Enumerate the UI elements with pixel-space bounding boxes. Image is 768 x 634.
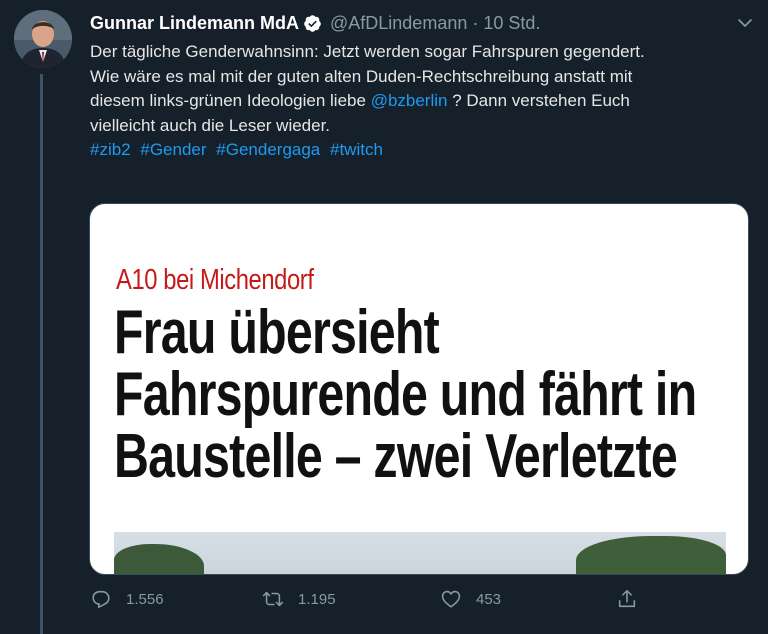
photo-trees-left (114, 544, 204, 574)
attached-image-card[interactable]: A10 bei Michendorf Frau übersieht Fahrsp… (89, 203, 749, 575)
headline-line: Fahrspurende und fährt in (114, 360, 697, 429)
reply-button[interactable]: 1.556 (90, 588, 164, 610)
headline-line: Baustelle – zwei Verletzte (114, 422, 678, 491)
avatar-image (14, 10, 72, 68)
author-name[interactable]: Gunnar Lindemann MdA (90, 12, 299, 34)
action-bar: 1.556 1.195 453 (90, 588, 650, 614)
retweet-icon (262, 591, 284, 607)
tweet-header: Gunnar Lindemann MdA @AfDLindemann · 10 … (90, 12, 748, 34)
like-button[interactable]: 453 (440, 588, 501, 610)
author-handle[interactable]: @AfDLindemann (330, 12, 467, 34)
tweet-timestamp[interactable]: 10 Std. (483, 12, 540, 34)
tweet[interactable]: Gunnar Lindemann MdA @AfDLindemann · 10 … (0, 0, 768, 634)
hashtag-link[interactable]: #twitch (330, 140, 383, 159)
headline-line: Frau übersieht (114, 298, 440, 367)
share-button[interactable] (616, 588, 652, 610)
reply-icon (92, 590, 110, 609)
separator-dot: · (472, 13, 479, 33)
tweet-text-fragment: ? Dann verstehen Euch (447, 91, 630, 110)
share-icon (618, 589, 636, 608)
article-kicker: A10 bei Michendorf (116, 264, 314, 296)
retweet-count: 1.195 (298, 590, 336, 608)
article-photo (114, 532, 726, 574)
photo-trees-right (576, 536, 726, 574)
article-headline: Frau übersieht Fahrspurende und fährt in… (114, 302, 722, 488)
tweet-text-fragment: diesem links-grünen Ideologien liebe (90, 91, 371, 110)
like-icon (441, 590, 461, 608)
mention-link[interactable]: @bzberlin (371, 91, 448, 110)
thread-line (40, 74, 43, 634)
retweet-button[interactable]: 1.195 (262, 588, 336, 610)
tweet-text-line: diesem links-grünen Ideologien liebe @bz… (90, 89, 740, 114)
hashtag-link[interactable]: #zib2 (90, 140, 131, 159)
avatar[interactable] (14, 10, 72, 68)
hashtag-link[interactable]: #Gender (140, 140, 206, 159)
tweet-text-line: Der tägliche Genderwahnsinn: Jetzt werde… (90, 42, 645, 61)
tweet-text-line: vielleicht auch die Leser wieder. (90, 115, 331, 135)
hashtag-list: #zib2 #Gender #Gendergaga #twitch (90, 138, 740, 163)
like-count: 453 (476, 590, 502, 608)
tweet-text-line: Wie wäre es mal mit der guten alten Dude… (90, 66, 633, 86)
verified-badge-icon (304, 14, 321, 32)
hashtag-link[interactable]: #Gendergaga (216, 140, 320, 159)
tweet-text: Der tägliche Genderwahnsinn: Jetzt werde… (90, 40, 740, 163)
chevron-down-icon[interactable] (736, 14, 754, 32)
reply-count: 1.556 (126, 590, 164, 608)
